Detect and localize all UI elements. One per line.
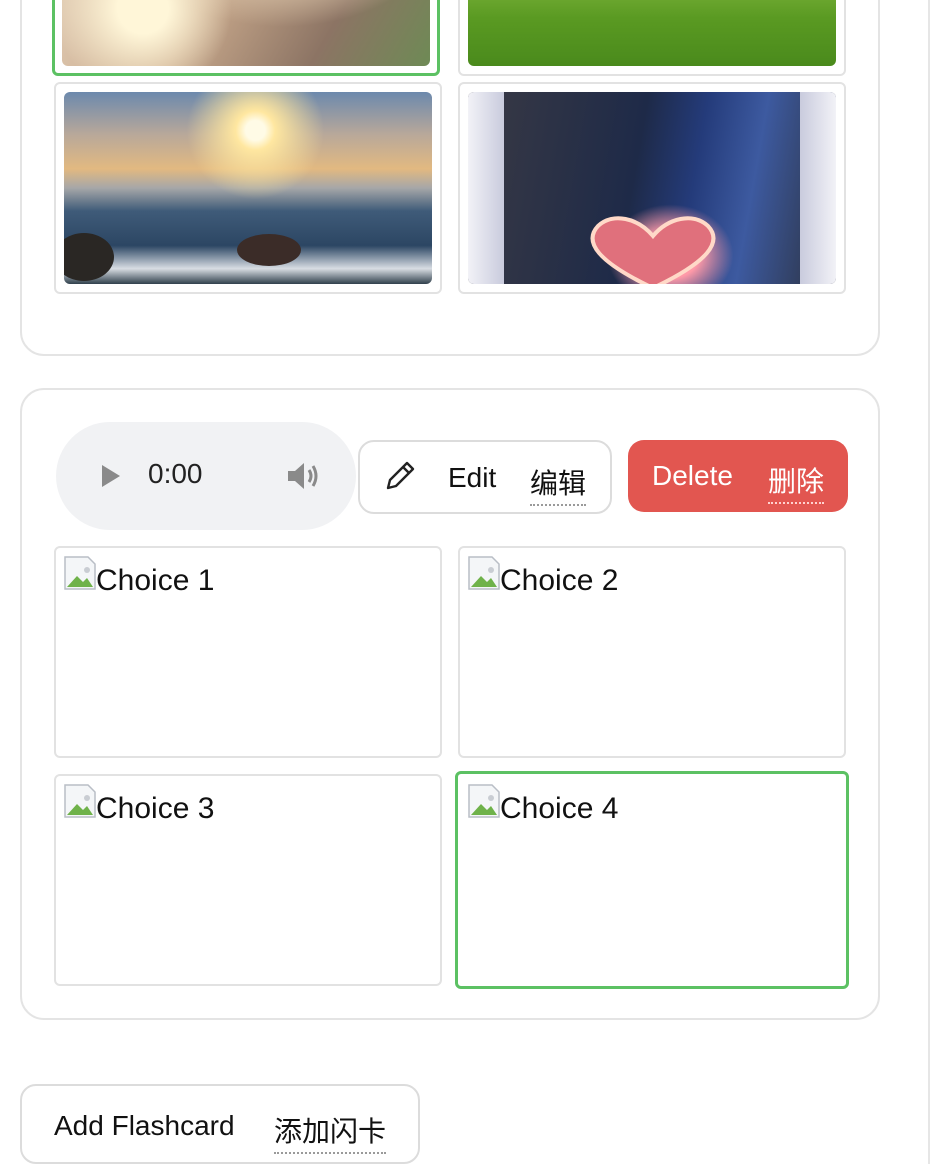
flashcard-card-previous bbox=[20, 0, 880, 356]
edit-label-zh: 编辑 bbox=[530, 462, 587, 506]
choice-option-2[interactable]: Choice 2 bbox=[458, 546, 846, 758]
add-flashcard-label: Add Flashcard bbox=[54, 1110, 235, 1141]
image-choice-sunset[interactable] bbox=[54, 82, 442, 294]
choice-alt-text: Choice 1 bbox=[96, 564, 215, 597]
green-field-photo bbox=[468, 0, 836, 66]
add-flashcard-label-zh: 添加闪卡 bbox=[274, 1110, 387, 1154]
broken-image-icon bbox=[64, 556, 96, 590]
delete-button[interactable]: Delete 删除 bbox=[628, 440, 848, 512]
flashcard-card: 0:00 Edit 编辑 Delete 删除 Choice 1 Choice 2… bbox=[20, 388, 880, 1020]
delete-label: Delete bbox=[652, 460, 733, 491]
audio-time: 0:00 bbox=[148, 458, 203, 489]
choice-alt-text: Choice 2 bbox=[500, 564, 619, 597]
image-choice-heart[interactable] bbox=[458, 82, 846, 294]
choice-option-4[interactable]: Choice 4 bbox=[455, 771, 849, 989]
sea-sunset-photo bbox=[64, 92, 432, 284]
broken-image-icon bbox=[468, 784, 500, 818]
choice-option-1[interactable]: Choice 1 bbox=[54, 546, 442, 758]
add-flashcard-button[interactable]: Add Flashcard 添加闪卡 bbox=[20, 1084, 420, 1164]
choice-alt-text: Choice 3 bbox=[96, 792, 215, 825]
choice-option-3[interactable]: Choice 3 bbox=[54, 774, 442, 986]
delete-label-zh: 删除 bbox=[768, 460, 825, 504]
image-choice-field[interactable] bbox=[458, 0, 846, 76]
broken-image-icon bbox=[64, 784, 96, 818]
pencil-icon bbox=[386, 461, 415, 490]
page-right-divider bbox=[928, 0, 930, 1164]
edit-label: Edit bbox=[448, 462, 497, 493]
volume-icon[interactable] bbox=[286, 460, 320, 492]
audio-player[interactable]: 0:00 bbox=[56, 422, 356, 530]
choice-alt-text: Choice 4 bbox=[500, 792, 619, 825]
image-choice-cat[interactable] bbox=[52, 0, 440, 76]
heart-beach-photo bbox=[468, 92, 836, 284]
play-icon[interactable] bbox=[100, 464, 122, 488]
cat-photo bbox=[62, 0, 430, 66]
edit-button[interactable]: Edit 编辑 bbox=[358, 440, 612, 514]
broken-image-icon bbox=[468, 556, 500, 590]
